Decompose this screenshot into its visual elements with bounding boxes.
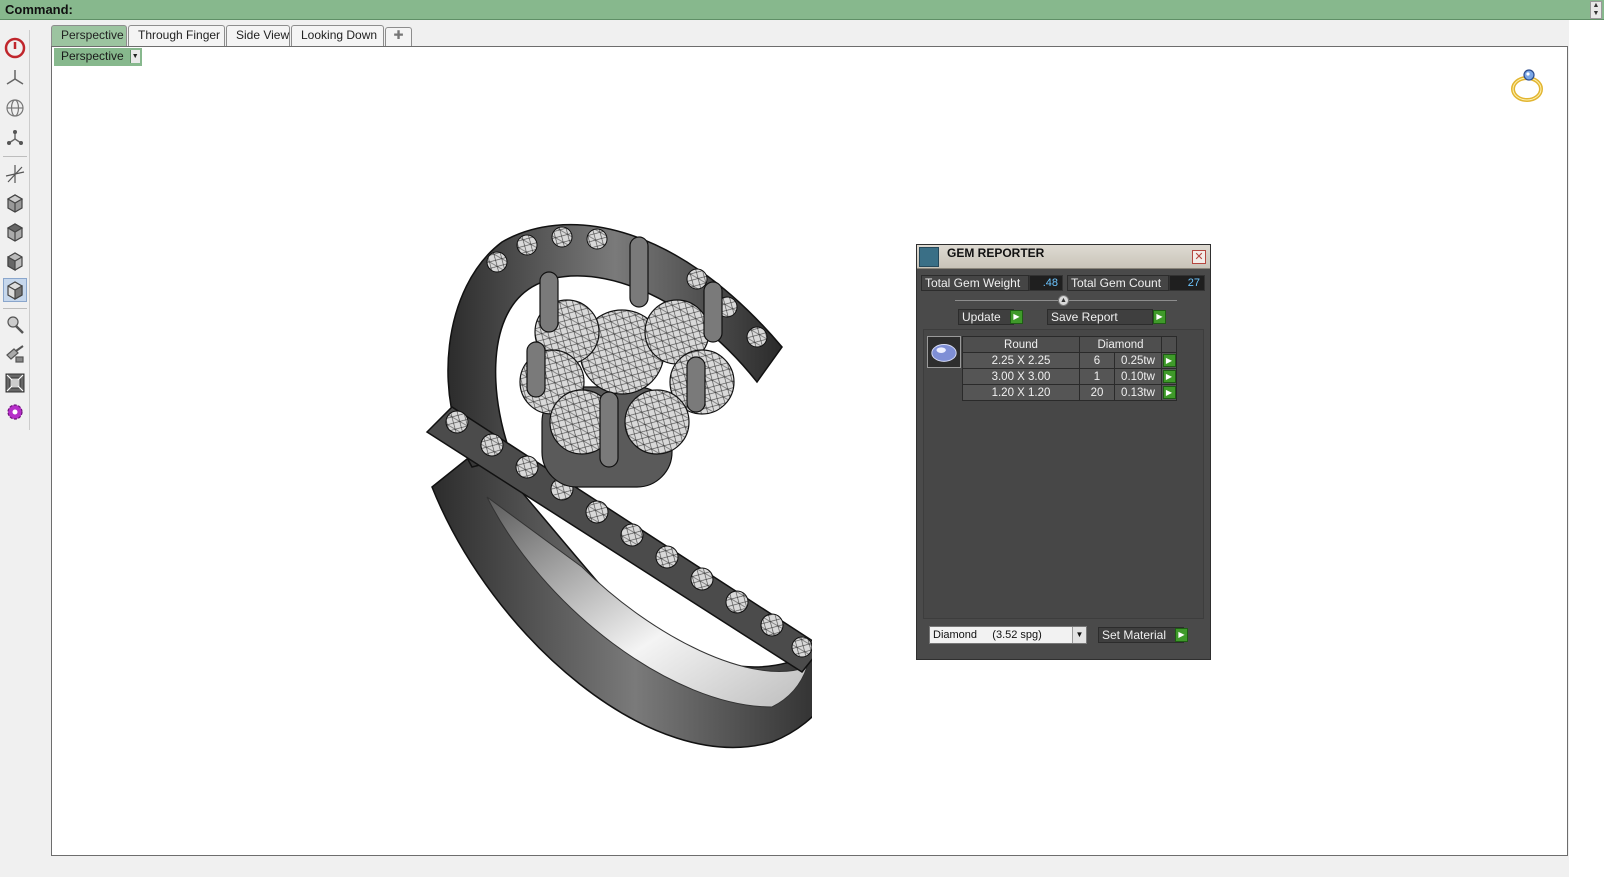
column-header-action	[1161, 336, 1177, 353]
gem-reporter-panel: GEM REPORTER ✕ Total Gem Weight .48 Tota…	[916, 244, 1211, 660]
left-toolbar	[0, 30, 30, 430]
command-scroll-arrows[interactable]: ▲ ▼	[1590, 1, 1602, 19]
gem-table: Round Diamond 2.25 X 2.25 6 0.25tw ▶ 3.0…	[962, 336, 1177, 401]
gem-count: 6	[1079, 352, 1115, 369]
tab-perspective[interactable]: Perspective	[51, 25, 127, 46]
power-icon[interactable]	[3, 36, 27, 60]
viewport-label[interactable]: Perspective ▼	[54, 48, 142, 66]
gem-size: 1.20 X 1.20	[962, 384, 1080, 401]
tab-looking-down[interactable]: Looking Down	[291, 25, 384, 46]
ring-logo-icon	[1511, 69, 1543, 102]
cube-persp-icon[interactable]	[3, 278, 27, 302]
tab-through-finger[interactable]: Through Finger	[128, 25, 225, 46]
nodes-icon[interactable]	[3, 126, 27, 150]
save-report-play-icon[interactable]: ▶	[1153, 310, 1166, 324]
material-select[interactable]: Diamond (3.52 spg) ▼	[929, 626, 1087, 644]
command-bar: Command: ▲ ▼	[0, 0, 1604, 20]
row-action-cell: ▶	[1161, 384, 1177, 401]
gem-size: 3.00 X 3.00	[962, 368, 1080, 385]
set-material-play-icon[interactable]: ▶	[1175, 628, 1188, 642]
table-row[interactable]: 3.00 X 3.00 1 0.10tw ▶	[962, 368, 1177, 385]
chevron-down-icon[interactable]: ▼	[1072, 627, 1086, 643]
tab-side-view[interactable]: Side View	[226, 25, 290, 46]
round-gem-thumbnail[interactable]	[927, 336, 961, 368]
column-header-shape: Round	[962, 336, 1080, 353]
gem-table-panel: Round Diamond 2.25 X 2.25 6 0.25tw ▶ 3.0…	[923, 329, 1204, 619]
total-gem-weight-label: Total Gem Weight	[921, 275, 1029, 291]
render-brush-icon[interactable]	[3, 313, 27, 337]
gem-reporter-app-icon	[919, 247, 939, 267]
gem-weight: 0.13tw	[1114, 384, 1162, 401]
close-icon[interactable]: ✕	[1192, 250, 1206, 264]
ring-3d-model	[425, 223, 812, 749]
total-gem-weight-value: .48	[1029, 275, 1063, 291]
command-input[interactable]	[78, 1, 1578, 18]
viewport[interactable]: Perspective ▼	[51, 46, 1568, 856]
column-header-material: Diamond	[1079, 336, 1162, 353]
viewport-menu-arrow-icon[interactable]: ▼	[129, 50, 140, 63]
update-button[interactable]: Update	[958, 309, 1014, 325]
command-label: Command:	[5, 2, 73, 17]
cube-top-icon[interactable]	[3, 220, 27, 244]
material-select-value: Diamond (3.52 spg)	[933, 629, 1042, 641]
globe-grid-icon[interactable]	[3, 96, 27, 120]
add-tab-icon[interactable]: ✚	[385, 27, 412, 46]
total-gem-count-label: Total Gem Count	[1067, 275, 1169, 291]
left-gutter	[30, 30, 51, 877]
table-row[interactable]: 1.20 X 1.20 20 0.13tw ▶	[962, 384, 1177, 401]
row-action-cell: ▶	[1161, 368, 1177, 385]
gem-icon	[931, 344, 957, 362]
zoom-extents-icon[interactable]	[3, 371, 27, 395]
update-play-icon[interactable]: ▶	[1010, 310, 1023, 324]
gem-count: 1	[1079, 368, 1115, 385]
save-report-button[interactable]: Save Report	[1047, 309, 1153, 325]
table-row[interactable]: 2.25 X 2.25 6 0.25tw ▶	[962, 352, 1177, 369]
gem-count: 20	[1079, 384, 1115, 401]
gem-size: 2.25 X 2.25	[962, 352, 1080, 369]
gear-settings-icon[interactable]	[3, 400, 27, 424]
table-header-row: Round Diamond	[962, 336, 1177, 353]
axes-icon[interactable]	[3, 66, 27, 90]
gem-weight: 0.25tw	[1114, 352, 1162, 369]
total-gem-count-value: 27	[1169, 275, 1205, 291]
transform-axes-icon[interactable]	[3, 162, 27, 186]
gem-reporter-titlebar[interactable]: GEM REPORTER ✕	[917, 245, 1210, 269]
select-gem-play-icon[interactable]: ▶	[1162, 354, 1176, 367]
select-gem-play-icon[interactable]: ▶	[1162, 386, 1176, 399]
row-action-cell: ▶	[1161, 352, 1177, 369]
toolbar-separator	[3, 308, 27, 309]
select-gem-play-icon[interactable]: ▶	[1162, 370, 1176, 383]
cube-view-icon[interactable]	[3, 191, 27, 215]
cube-front-icon[interactable]	[3, 249, 27, 273]
gem-weight: 0.10tw	[1114, 368, 1162, 385]
set-material-button[interactable]: Set Material	[1098, 627, 1184, 643]
collapse-knob-icon[interactable]: ▲	[1058, 295, 1069, 306]
material-brush-icon[interactable]	[3, 342, 27, 366]
right-strip	[1569, 20, 1604, 877]
viewport-label-text: Perspective	[61, 49, 124, 63]
gem-reporter-title: GEM REPORTER	[947, 246, 1045, 260]
toolbar-separator	[3, 156, 27, 157]
